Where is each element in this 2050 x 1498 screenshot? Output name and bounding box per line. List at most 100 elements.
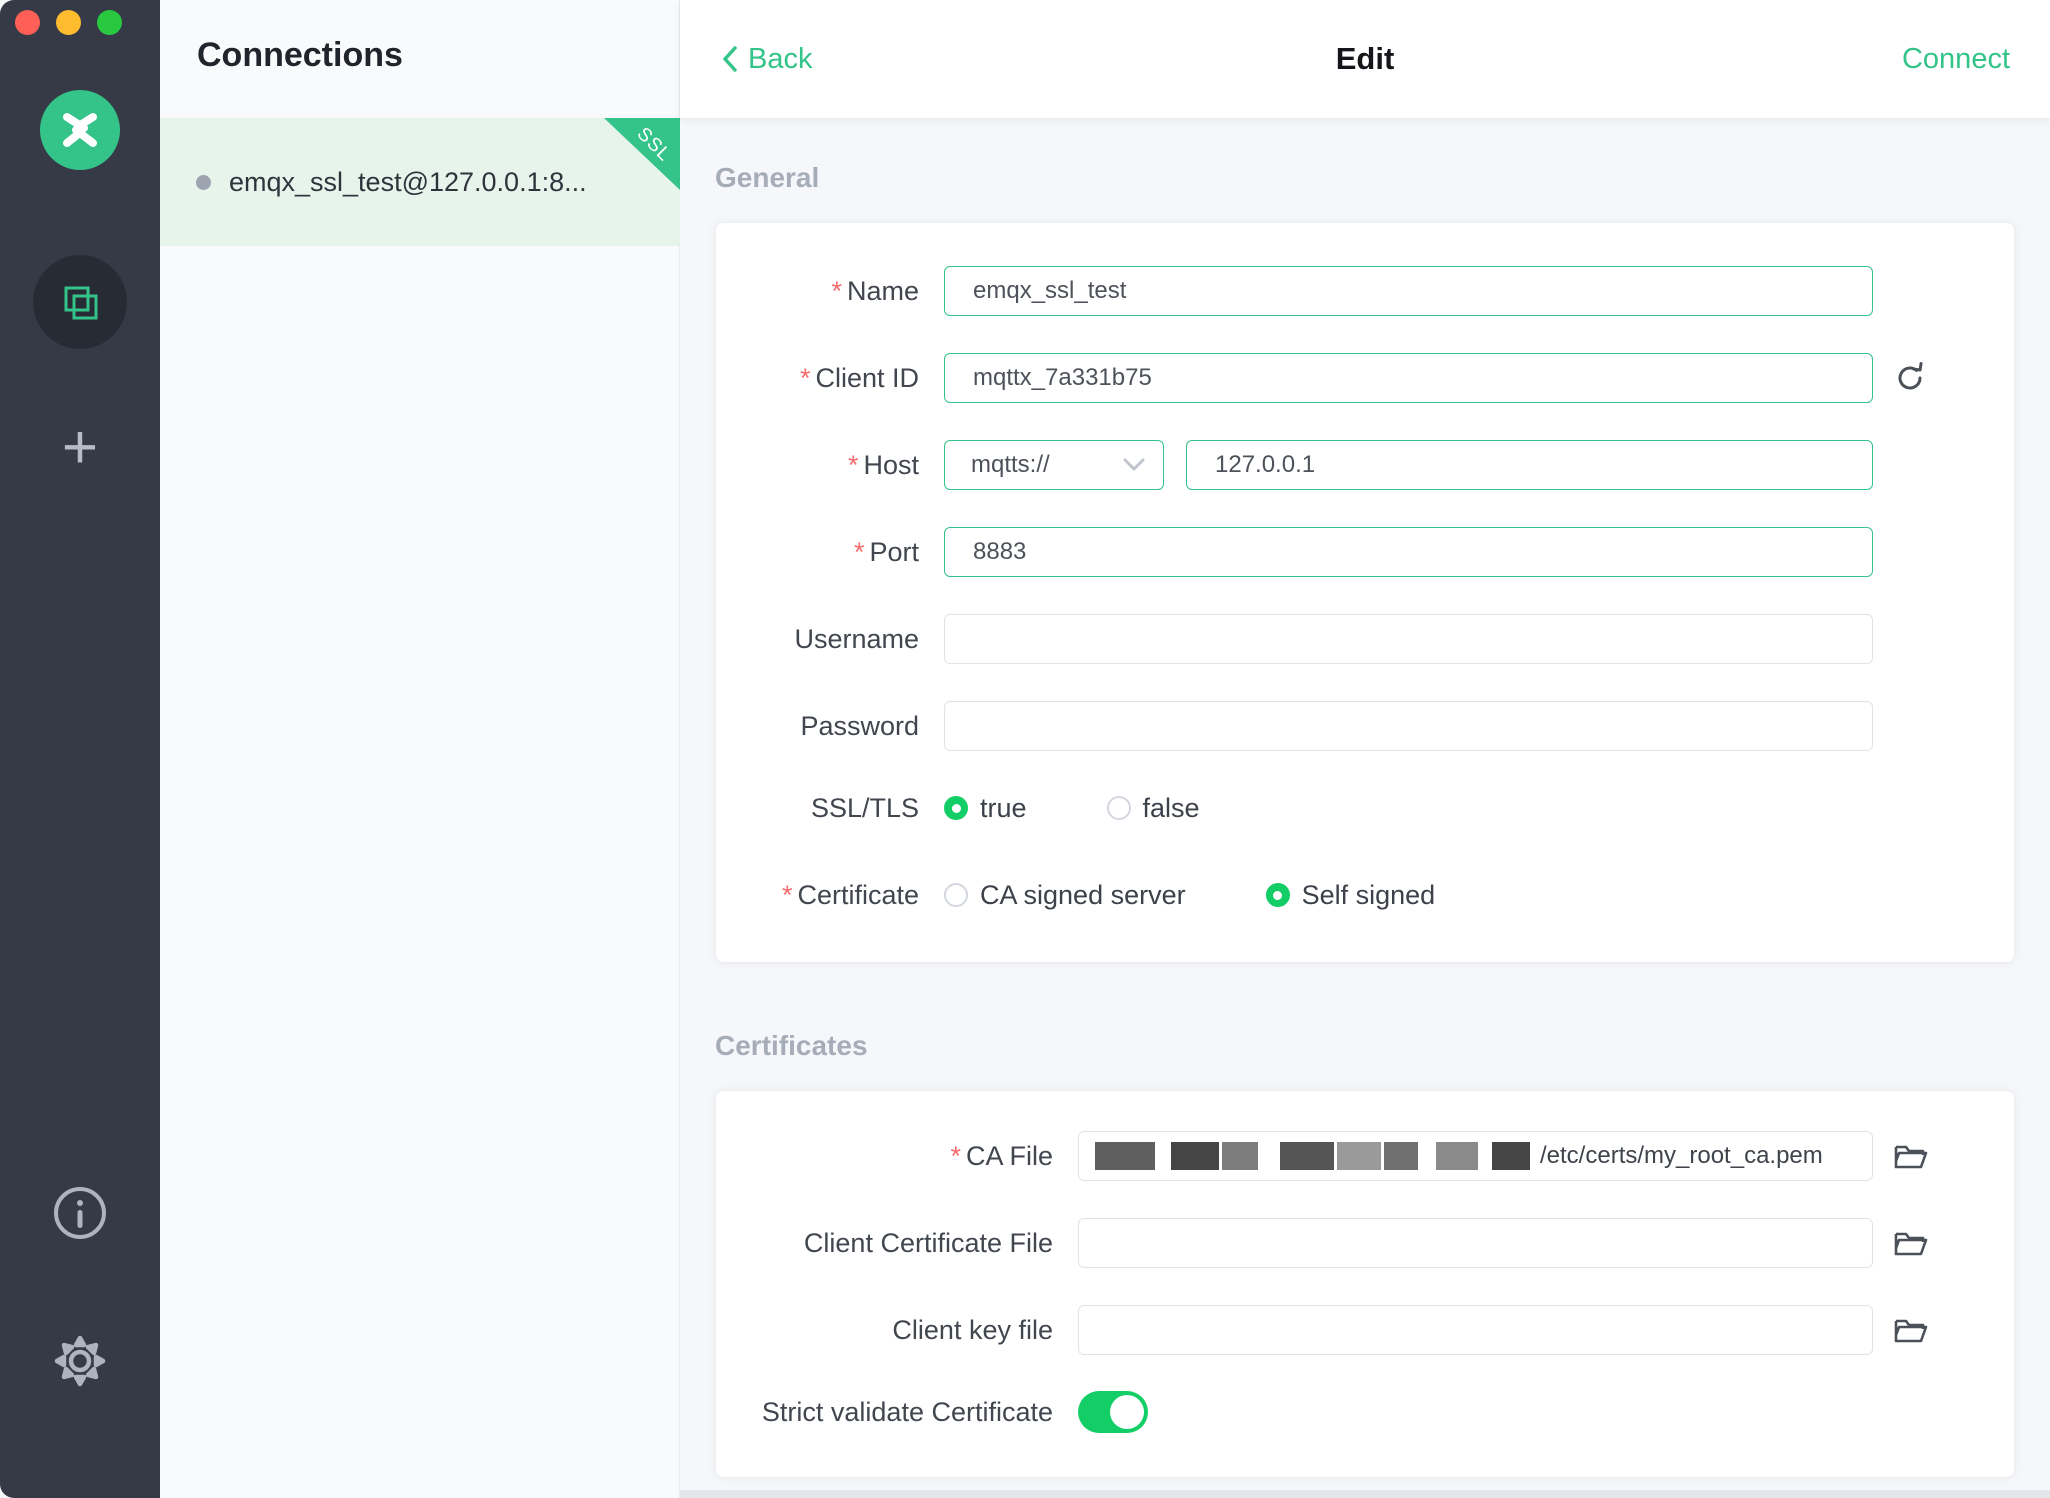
new-connection-button[interactable]: + [40,408,120,488]
self-signed-radio[interactable]: Self signed [1266,880,1436,911]
username-input[interactable] [944,614,1873,664]
radio-selected-icon [944,796,968,820]
host-row: *Host mqtts:// [716,440,2014,490]
redacted-segment [1171,1142,1219,1170]
client-id-input[interactable] [944,353,1873,403]
ca-signed-server-radio[interactable]: CA signed server [944,880,1186,911]
mqttx-window: { "colors": { "accent_green": "#34c388",… [0,0,2050,1498]
client-certificate-input[interactable] [1078,1218,1873,1268]
connections-panel: Connections emqx_ssl_test@127.0.0.1:8...… [160,0,680,1498]
protocol-select[interactable]: mqtts:// [944,440,1164,490]
ca-file-label: CA File [966,1141,1053,1171]
redacted-segment [1384,1142,1418,1170]
redacted-segment [1436,1142,1478,1170]
client-certificate-row: Client Certificate File [716,1218,2014,1268]
connection-status-dot [196,175,211,190]
plus-icon: + [62,417,98,479]
client-key-input[interactable] [1078,1305,1873,1355]
host-input[interactable] [1186,440,1873,490]
username-label: Username [716,624,944,655]
redacted-segment [1280,1142,1334,1170]
redacted-segment [1095,1142,1155,1170]
name-row: *Name [716,266,2014,316]
browse-client-key-button[interactable] [1893,1314,1929,1346]
page-title: Edit [680,41,2050,77]
ssl-false-radio[interactable]: false [1107,793,1200,824]
general-section-title: General [715,162,819,194]
certificate-label: Certificate [797,880,919,910]
name-input[interactable] [944,266,1873,316]
password-label: Password [716,711,944,742]
port-row: *Port [716,527,2014,577]
window-controls [15,10,122,35]
password-row: Password [716,701,2014,751]
mqttx-logo [40,90,120,170]
sidebar-item-settings[interactable] [47,1328,113,1399]
connection-item-label: emqx_ssl_test@127.0.0.1:8... [229,167,587,198]
certificate-row: *Certificate CA signed server Self signe… [716,875,2014,915]
connection-list-item[interactable]: emqx_ssl_test@127.0.0.1:8... SSL [160,118,680,246]
required-asterisk: * [831,276,842,306]
certificates-card: *CA File /etc/certs/my_root_ca.pem [715,1090,2015,1478]
redacted-segment [1492,1142,1530,1170]
redacted-segment [1337,1142,1381,1170]
required-asterisk: * [848,450,859,480]
chevron-down-icon [1123,458,1145,472]
username-row: Username [716,614,2014,664]
app-sidebar: + [0,0,160,1498]
client-certificate-label: Client Certificate File [716,1228,1078,1259]
required-asterisk: * [854,537,865,567]
refresh-client-id-button[interactable] [1893,361,1927,395]
connections-icon [57,279,103,325]
bottom-edge-strip [680,1490,2050,1498]
ssl-tls-row: SSL/TLS true false [716,788,2014,828]
strict-validate-toggle[interactable] [1078,1391,1148,1433]
sidebar-item-about[interactable] [49,1182,111,1249]
strict-validate-row: Strict validate Certificate [716,1392,2014,1432]
connect-button[interactable]: Connect [1902,43,2010,76]
ssl-true-radio[interactable]: true [944,793,1027,824]
client-id-row: *Client ID [716,353,2014,403]
required-asterisk: * [800,363,811,393]
folder-icon [1893,1314,1929,1346]
client-id-label: Client ID [815,363,919,393]
refresh-icon [1893,361,1927,395]
browse-client-certificate-button[interactable] [1893,1227,1929,1259]
ca-file-row: *CA File /etc/certs/my_root_ca.pem [716,1131,2014,1181]
gear-icon [47,1328,113,1394]
browse-ca-file-button[interactable] [1893,1140,1929,1172]
ca-file-input[interactable]: /etc/certs/my_root_ca.pem [1078,1131,1873,1181]
strict-validate-label: Strict validate Certificate [716,1397,1078,1428]
radio-unselected-icon [944,883,968,907]
connections-panel-title: Connections [160,0,679,75]
radio-selected-icon [1266,883,1290,907]
required-asterisk: * [782,880,793,910]
name-label: Name [847,276,919,306]
info-icon [49,1182,111,1244]
folder-icon [1893,1227,1929,1259]
certificates-section-title: Certificates [715,1030,868,1062]
close-window-button[interactable] [15,10,40,35]
edit-connection-view: Back Edit Connect General *Name *Client … [680,0,2050,1498]
back-button[interactable]: Back [720,43,812,76]
protocol-select-value: mqtts:// [971,451,1050,479]
client-key-label: Client key file [716,1315,1078,1346]
ssl-tls-label: SSL/TLS [716,793,944,824]
zoom-window-button[interactable] [97,10,122,35]
radio-unselected-icon [1107,796,1131,820]
minimize-window-button[interactable] [56,10,81,35]
chevron-left-icon [720,44,740,74]
mqttx-logo-icon [57,107,103,153]
port-label: Port [869,537,919,567]
redacted-segment [1222,1142,1258,1170]
back-button-label: Back [748,43,812,76]
folder-icon [1893,1140,1929,1172]
password-input[interactable] [944,701,1873,751]
port-input[interactable] [944,527,1873,577]
sidebar-item-connections[interactable] [33,255,127,349]
required-asterisk: * [950,1141,961,1171]
edit-header: Back Edit Connect [680,0,2050,118]
host-label: Host [863,450,919,480]
client-key-row: Client key file [716,1305,2014,1355]
general-card: *Name *Client ID *Host mqtts:// [715,222,2015,963]
